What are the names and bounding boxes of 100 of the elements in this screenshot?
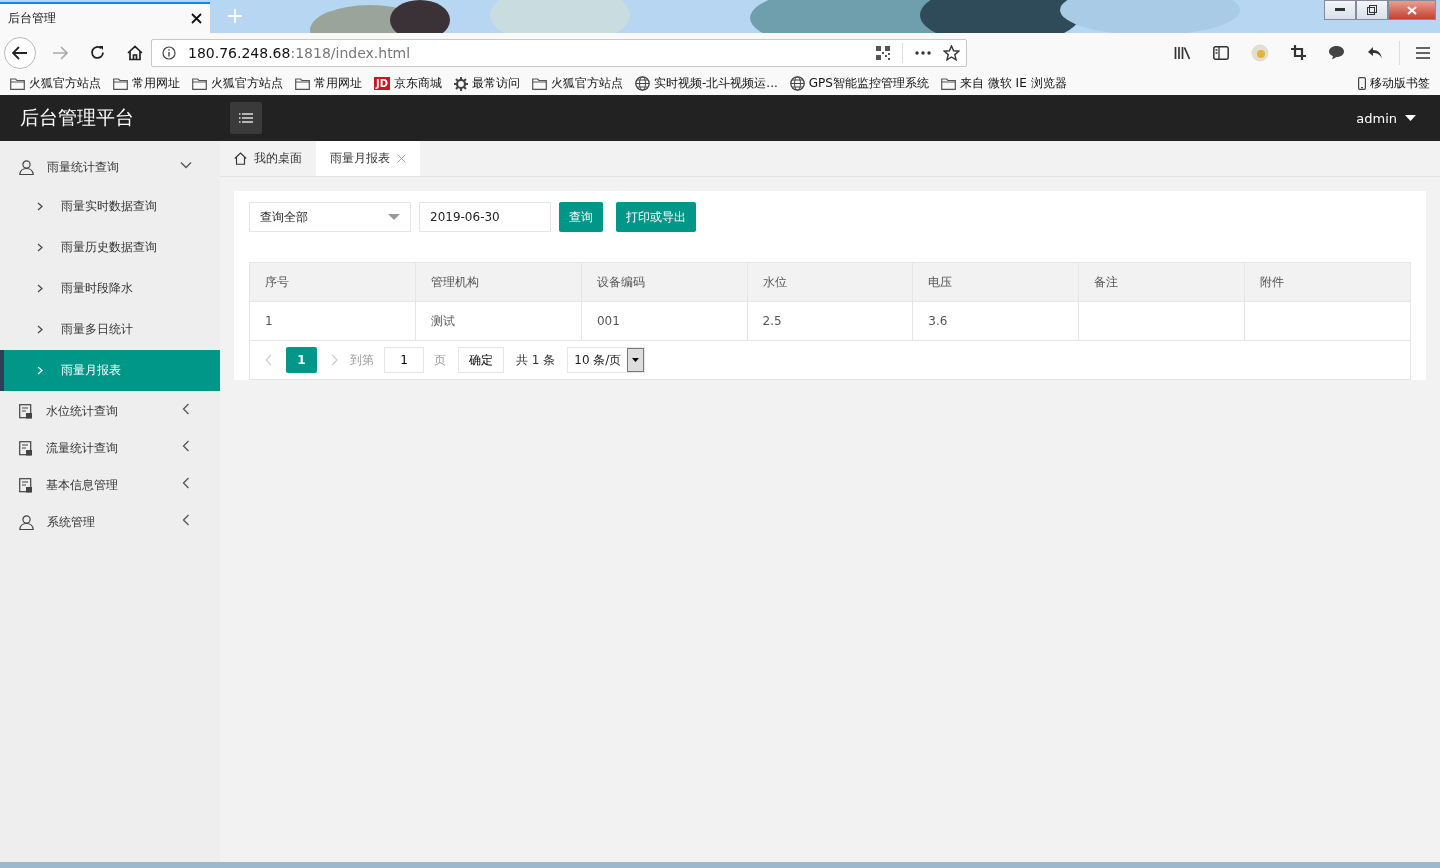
bookmark[interactable]: 最常访问 [454, 75, 521, 92]
chevron-left-icon [180, 476, 192, 489]
bookmark[interactable]: 常用网址 [113, 75, 180, 92]
bookmark[interactable]: JD 京东商城 [374, 75, 443, 92]
crop-icon[interactable] [1291, 45, 1306, 60]
folder-icon [10, 77, 25, 90]
star-icon[interactable] [943, 44, 960, 61]
chat-icon[interactable] [1328, 45, 1345, 60]
browser-tab[interactable]: 后台管理 [0, 2, 210, 33]
chevron-right-icon [37, 325, 43, 334]
total-count: 共 1 条 [516, 351, 556, 369]
minimize-button[interactable] [1324, 0, 1356, 20]
menu-group[interactable]: 流量统计查询 [0, 430, 220, 467]
confirm-button[interactable]: 确定 [458, 347, 504, 373]
info-icon[interactable] [162, 45, 176, 60]
close-icon[interactable] [191, 13, 202, 24]
caret-icon [1405, 115, 1416, 121]
folder-icon [295, 77, 310, 90]
chevron-left-icon [180, 439, 192, 452]
sidebar-icon[interactable] [1213, 45, 1229, 60]
caret-icon [632, 358, 640, 362]
qr-code-icon[interactable] [876, 45, 890, 60]
app-title: 后台管理平台 [19, 105, 135, 130]
column-header: 电压 [912, 263, 1079, 302]
column-header: 备注 [1078, 263, 1245, 302]
action-button[interactable]: 查询 [559, 202, 603, 232]
bookmark[interactable]: 火狐官方站点 [10, 75, 101, 92]
menu-group[interactable]: 雨量统计查询 [0, 149, 220, 186]
bookmark[interactable]: 火狐官方站点 [192, 75, 283, 92]
globe-icon [789, 76, 805, 91]
menu-item[interactable]: 雨量月报表 [0, 350, 220, 391]
menu-item[interactable]: 雨量历史数据查询 [0, 227, 220, 268]
date-field[interactable]: 2019-06-30 [419, 202, 551, 232]
table-cell: 2.5 [747, 301, 913, 341]
menu-item[interactable]: 雨量多日统计 [0, 309, 220, 350]
reload-icon[interactable] [90, 45, 105, 60]
page-input[interactable]: 1 [384, 347, 424, 373]
close-icon [1407, 5, 1417, 15]
table-cell: 1 [250, 301, 416, 341]
restore-button[interactable] [1356, 0, 1388, 20]
page-tab[interactable]: 雨量月报表 [316, 141, 420, 176]
list-icon [239, 113, 253, 123]
chevron-right-icon [37, 243, 43, 252]
page-size-select[interactable]: 10 条/页 [567, 347, 646, 373]
bookmark[interactable]: GPS智能监控管理系统 [789, 75, 929, 92]
table-cell: 001 [581, 301, 748, 341]
column-header: 管理机构 [415, 263, 582, 302]
phone-icon [1358, 77, 1366, 90]
table-cell: 3.6 [912, 301, 1079, 341]
restore-icon [1367, 5, 1377, 15]
menu-item[interactable]: 雨量时段降水 [0, 268, 220, 309]
menu-toggle-button[interactable] [230, 102, 262, 134]
chevron-right-icon [37, 366, 43, 375]
column-header: 序号 [250, 263, 416, 302]
bookmark[interactable]: 常用网址 [295, 75, 362, 92]
column-header: 附件 [1244, 263, 1410, 302]
globe-icon [635, 76, 651, 91]
folder-icon [113, 77, 128, 90]
bookmark[interactable]: 火狐官方站点 [532, 75, 624, 92]
column-header: 水位 [747, 263, 913, 302]
user-icon [19, 515, 34, 530]
user-menu[interactable]: admin [1356, 110, 1416, 126]
folder-icon [192, 77, 207, 90]
menu-group[interactable]: 系统管理 [0, 504, 220, 541]
document-icon [19, 478, 33, 493]
user-icon [19, 160, 34, 175]
bookmark[interactable]: 实时视频-北斗视频运... [635, 75, 778, 92]
chevron-right-icon [37, 202, 43, 211]
home-icon[interactable] [127, 44, 143, 61]
table-cell: 测试 [415, 301, 582, 341]
bookmark[interactable]: 来自 微软 IE 浏览器 [940, 75, 1067, 92]
menu-group[interactable]: 水位统计查询 [0, 393, 220, 430]
chevron-right-icon [37, 284, 43, 293]
caret-icon [388, 214, 400, 220]
page-label: 页 [434, 351, 446, 369]
chevron-left-icon [180, 513, 192, 526]
url-text: 180.76.248.68:1818/index.html [188, 44, 411, 61]
folder-icon [532, 77, 548, 90]
back-arrow-icon [12, 45, 28, 60]
gear-icon [454, 76, 469, 91]
address-bar[interactable]: 180.76.248.68:1818/index.html [151, 38, 967, 67]
library-icon[interactable] [1174, 45, 1191, 60]
chevron-left-icon [180, 402, 192, 415]
action-button[interactable]: 打印或导出 [616, 202, 696, 232]
document-icon [19, 441, 33, 456]
undo-icon[interactable] [1367, 45, 1383, 60]
more-icon[interactable] [915, 50, 931, 55]
page-tab[interactable]: 我的桌面 [220, 141, 316, 176]
menu-item[interactable]: 雨量实时数据查询 [0, 186, 220, 227]
document-icon [19, 404, 33, 419]
query-select[interactable]: 查询全部 [249, 202, 411, 232]
menu-group[interactable]: 基本信息管理 [0, 467, 220, 504]
page-number-button[interactable]: 1 [286, 347, 317, 373]
back-button[interactable] [4, 36, 36, 69]
folder-icon [940, 77, 956, 90]
close-button[interactable] [1388, 0, 1436, 20]
menu-icon[interactable] [1416, 46, 1430, 59]
home-icon [234, 152, 247, 165]
jd-badge: JD [374, 77, 391, 90]
mobile-bookmarks[interactable]: 移动版书签 [1358, 75, 1430, 92]
